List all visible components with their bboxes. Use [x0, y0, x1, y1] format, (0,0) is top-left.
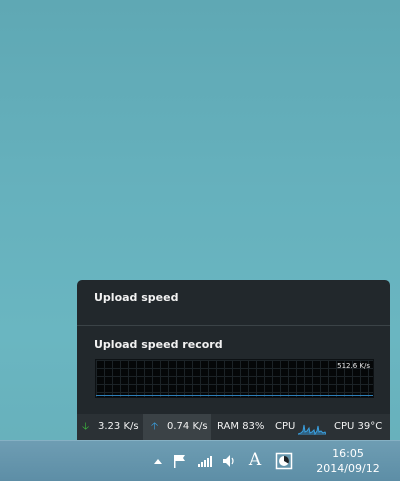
cpu-usage-graph: [298, 424, 326, 435]
app-tray-icon[interactable]: [275, 451, 293, 471]
upload-speed-record-peak: 512.6 K/s: [337, 362, 370, 370]
clock-date: 2014/09/12: [316, 462, 380, 475]
upload-speed-record-graph: 512.6 K/s: [95, 359, 374, 398]
popup-divider: [77, 325, 390, 326]
download-speed-value: 3.23 K/s: [98, 421, 139, 432]
cpu-usage-graph-fill: [298, 425, 326, 435]
upload-arrow-icon: 🡡: [151, 421, 159, 432]
cpu-usage-label[interactable]: CPU: [275, 414, 295, 440]
upload-speed-title: Upload speed: [94, 291, 179, 304]
cpu-temperature-stat[interactable]: CPU 39°C: [334, 414, 382, 440]
volume-icon[interactable]: [220, 451, 238, 471]
taskbar: A 16:05 2014/09/12: [0, 440, 400, 481]
upload-speed-popup: Upload speed Upload speed record 512.6 K…: [77, 280, 390, 414]
download-speed-stat[interactable]: 🡣 3.23 K/s: [77, 414, 143, 440]
upload-speed-record-title: Upload speed record: [94, 338, 223, 351]
show-hidden-icons-arrow-icon[interactable]: [149, 451, 167, 471]
ram-usage-stat[interactable]: RAM 83%: [217, 414, 264, 440]
clock-time: 16:05: [332, 447, 364, 460]
graph-baseline: [96, 395, 373, 396]
system-clock[interactable]: 16:05 2014/09/12: [312, 446, 384, 476]
upload-speed-value: 0.74 K/s: [167, 421, 208, 432]
network-stats-bar: 🡣 3.23 K/s 🡡 0.74 K/s RAM 83% CPU CPU 39…: [77, 414, 390, 440]
input-language-indicator[interactable]: A: [246, 450, 264, 470]
upload-speed-stat[interactable]: 🡡 0.74 K/s: [143, 414, 211, 440]
network-signal-icon[interactable]: [196, 451, 214, 471]
action-center-flag-icon[interactable]: [171, 451, 189, 471]
download-arrow-icon: 🡣: [82, 421, 90, 432]
